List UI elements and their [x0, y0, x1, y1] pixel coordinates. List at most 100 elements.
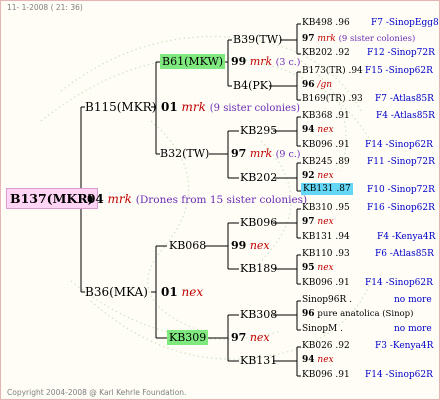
sire-node[interactable]: B115(MKR)	[85, 101, 156, 113]
g5-row-2[interactable]: KB202 .92	[302, 49, 350, 58]
b32-info: 97 mrk (9 c.)	[231, 148, 301, 160]
root-tag: mrk	[107, 192, 132, 206]
node-kb309[interactable]: KB309	[167, 330, 209, 345]
g5-row-7-tag: nex	[317, 125, 334, 135]
g5-row-11[interactable]: KB131 .87	[301, 183, 353, 195]
b32-num: 97	[231, 147, 247, 160]
g5-row-11-label: KB131 .87	[301, 183, 353, 195]
sire-tag: mrk	[181, 100, 206, 114]
node-kb202[interactable]: KB202	[240, 172, 277, 183]
b32-tag: mrk	[249, 147, 273, 160]
g5-row-9-origin: F11 -Sinop72R	[367, 157, 435, 167]
g5-row-14[interactable]: KB131 .94	[302, 233, 350, 242]
g5-row-1: 97 mrk (9 sister colonies)	[302, 35, 415, 44]
g5-row-6-origin: F4 -Atlas85R	[376, 111, 435, 121]
root-note: (Drones from 15 sister colonies)	[135, 194, 308, 206]
kb309-info: 97 nex	[231, 332, 270, 343]
node-kb295[interactable]: KB295	[240, 125, 277, 136]
sire-info: 01 mrk (9 sister colonies)	[161, 101, 300, 114]
g5-row-12[interactable]: KB310 .95	[302, 204, 350, 213]
g5-row-15-origin: F6 -Atlas85R	[375, 249, 434, 259]
g5-row-17-origin: F14 -Sinop62R	[365, 278, 433, 288]
g5-row-20-origin: no more	[394, 324, 432, 334]
root-node[interactable]: B137(MKR)	[6, 188, 98, 209]
node-b61[interactable]: B61(MKW)	[160, 54, 226, 69]
g5-row-14-origin: F4 -Kenya4R	[377, 232, 436, 242]
node-b4[interactable]: B4(PK)	[233, 80, 272, 91]
g5-row-2-origin: F12 -Sinop72R	[367, 48, 435, 58]
g5-row-4: 96 /gn	[302, 81, 332, 90]
g5-row-18[interactable]: Sinop96R .	[302, 296, 352, 305]
g5-row-13-num: 97	[302, 217, 315, 227]
g5-row-1-note: (9 sister colonies)	[338, 34, 416, 44]
g5-row-5-origin: F7 -Atlas85R	[375, 94, 434, 104]
b61-num: 99	[231, 55, 247, 68]
node-b39[interactable]: B39(TW)	[233, 34, 282, 45]
g5-row-4-tag: /gn	[317, 80, 332, 90]
b61-note: (3 c.)	[275, 57, 301, 68]
g5-row-10-tag: nex	[317, 171, 334, 181]
g5-row-4-num: 96	[302, 80, 315, 90]
b61-tag: mrk	[249, 55, 273, 68]
g5-row-3[interactable]: B173(TR) .94	[302, 67, 363, 76]
kb068-info: 99 nex	[231, 240, 270, 251]
g5-row-22-tag: nex	[317, 355, 334, 365]
g5-row-20[interactable]: SinopM .	[302, 325, 343, 334]
sire-note: (9 sister colonies)	[209, 103, 300, 114]
g5-row-16: 95 nex	[302, 264, 334, 273]
g5-row-13: 97 nex	[302, 218, 334, 227]
g5-row-22: 94 nex	[302, 356, 334, 365]
footer-copyright: Copyright 2004-2008 @ Karl Kehrle Founda…	[7, 388, 187, 397]
g5-row-0[interactable]: KB498 .96	[302, 19, 350, 28]
g5-row-19: 96 pure anatolica (Sinop)	[302, 310, 413, 319]
g5-row-0-origin: F7 -SinopEgg86R	[371, 18, 439, 28]
root-info: 04 mrk (Drones from 15 sister colonies)	[87, 193, 307, 206]
pedigree-frame: 11- 1-2008 ( 21: 36) B137(MKR) 04 mrk (D…	[0, 0, 440, 400]
g5-row-8[interactable]: KB096 .91	[302, 141, 350, 150]
g5-row-23-origin: F14 -Sinop62R	[365, 370, 433, 380]
g5-row-8-origin: F14 -Sinop62R	[365, 140, 433, 150]
node-kb189[interactable]: KB189	[240, 263, 277, 274]
dam-info: 01 nex	[161, 286, 203, 298]
g5-row-19-num: 96	[302, 309, 315, 319]
header-date: 11- 1-2008 ( 21: 36)	[7, 3, 83, 12]
g5-row-7: 94 nex	[302, 126, 334, 135]
g5-row-1-num: 97	[302, 34, 315, 44]
root-num: 04	[87, 192, 104, 206]
node-b61-label: B61(MKW)	[160, 54, 226, 69]
g5-row-21-origin: F3 -Kenya4R	[375, 341, 434, 351]
g5-row-3-origin: F15 -Sinop62R	[365, 66, 433, 76]
g5-row-21[interactable]: KB026 .92	[302, 342, 350, 351]
g5-row-10: 92 nex	[302, 172, 334, 181]
kb068-tag: nex	[249, 239, 270, 252]
g5-row-15[interactable]: KB110 .93	[302, 250, 350, 259]
node-kb309-label: KB309	[167, 330, 209, 345]
kb309-num: 97	[231, 331, 247, 344]
kb068-num: 99	[231, 239, 247, 252]
node-b32[interactable]: B32(TW)	[160, 148, 209, 159]
node-kb131[interactable]: KB131	[240, 355, 277, 366]
node-kb068[interactable]: KB068	[169, 240, 206, 251]
dam-num: 01	[161, 285, 178, 299]
dam-node[interactable]: B36(MKA)	[85, 286, 148, 298]
g5-row-11-origin: F10 -Sinop72R	[367, 185, 435, 195]
g5-row-22-num: 94	[302, 355, 315, 365]
dam-tag: nex	[181, 285, 204, 299]
g5-row-1-tag: mrk	[317, 34, 336, 44]
g5-row-5[interactable]: B169(TR) .93	[302, 95, 363, 104]
g5-row-18-origin: no more	[394, 295, 432, 305]
root-name: B137(MKR)	[6, 188, 98, 209]
b32-note: (9 c.)	[275, 149, 301, 160]
node-kb096[interactable]: KB096	[240, 217, 277, 228]
g5-row-10-num: 92	[302, 171, 315, 181]
g5-row-16-tag: nex	[317, 263, 334, 273]
node-kb308[interactable]: KB308	[240, 309, 277, 320]
g5-row-23[interactable]: KB096 .91	[302, 371, 350, 380]
b61-info: 99 mrk (3 c.)	[231, 56, 301, 68]
g5-row-6[interactable]: KB368 .91	[302, 112, 350, 121]
g5-row-16-num: 95	[302, 263, 315, 273]
g5-row-9[interactable]: KB245 .89	[302, 158, 350, 167]
g5-row-17[interactable]: KB096 .91	[302, 279, 350, 288]
g5-row-19-note: pure anatolica (Sinop)	[317, 309, 414, 319]
kb309-tag: nex	[249, 331, 270, 344]
